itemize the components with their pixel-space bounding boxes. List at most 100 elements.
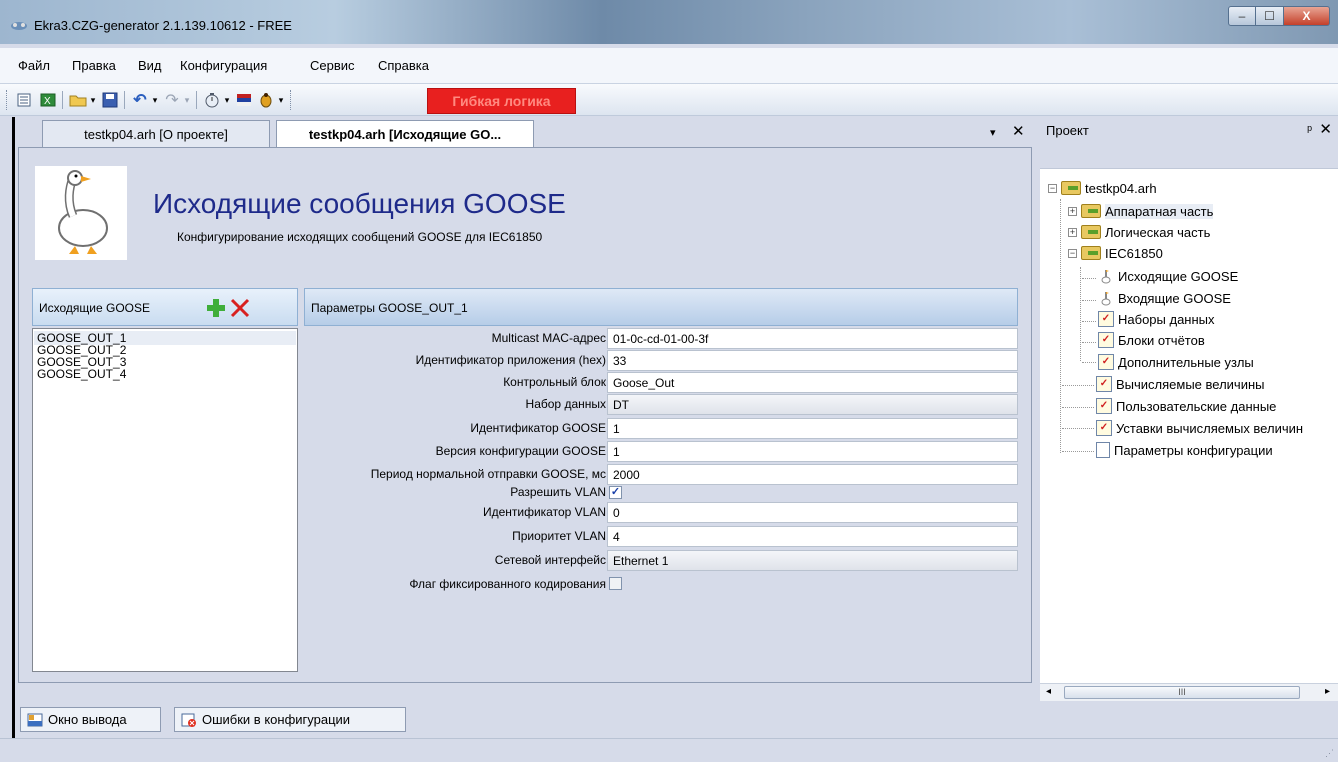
send-period-field[interactable]: 2000 <box>607 464 1018 485</box>
scroll-right-icon[interactable]: ▸ <box>1325 686 1330 697</box>
flexible-logic-button[interactable]: Гибкая логика <box>427 88 576 114</box>
checklist-icon: ✓ <box>1096 376 1112 392</box>
multicast-mac-field[interactable]: 01-0c-cd-01-00-3f <box>607 328 1018 349</box>
scroll-thumb[interactable]: III <box>1064 686 1300 699</box>
param-row: Период нормальной отправки GOOSE, мс 200… <box>304 464 1018 485</box>
tree-node-logic[interactable]: + Логическая часть <box>1068 223 1210 241</box>
timer-icon[interactable] <box>202 90 222 110</box>
tab-about-project[interactable]: testkp04.arh [О проекте] <box>42 120 270 147</box>
tree-node-extra-nodes[interactable]: ✓ Дополнительные узлы <box>1098 353 1254 371</box>
tree-node-report-blocks[interactable]: ✓ Блоки отчётов <box>1098 331 1205 349</box>
list-icon[interactable] <box>14 90 34 110</box>
chevron-down-icon[interactable]: ▾ <box>222 90 232 110</box>
vlan-id-field[interactable]: 0 <box>607 502 1018 523</box>
tree-node-label: Дополнительные узлы <box>1118 354 1254 370</box>
title-bar: Ekra3.CZG-generator 2.1.139.10612 - FREE… <box>0 0 1338 44</box>
fixed-encoding-checkbox[interactable] <box>609 577 622 590</box>
dataset-select[interactable]: DT <box>607 394 1018 415</box>
app-id-field[interactable]: 33 <box>607 350 1018 371</box>
redo-icon[interactable]: ↷ <box>162 90 182 110</box>
tree-line <box>1060 199 1061 453</box>
goose-id-field[interactable]: 1 <box>607 418 1018 439</box>
flag-icon[interactable] <box>234 90 254 110</box>
menu-configuration[interactable]: Конфигурация <box>180 58 267 73</box>
close-button[interactable]: X <box>1284 6 1330 26</box>
tree-node-label: Пользовательские данные <box>1116 398 1277 414</box>
delete-icon[interactable] <box>229 297 251 319</box>
tree-node-incoming-goose[interactable]: Входящие GOOSE <box>1098 289 1231 307</box>
bug-icon[interactable] <box>256 90 276 110</box>
scroll-left-icon[interactable]: ◂ <box>1046 686 1051 697</box>
save-icon[interactable] <box>100 90 120 110</box>
tree-node-label: Логическая часть <box>1105 224 1211 240</box>
list-item[interactable]: GOOSE_OUT_4 <box>37 368 126 380</box>
open-folder-icon[interactable] <box>68 90 88 110</box>
tree-node-config-params[interactable]: Параметры конфигурации <box>1096 441 1273 459</box>
collapse-icon[interactable]: − <box>1068 248 1077 258</box>
toolbar-grip[interactable] <box>6 90 9 110</box>
pin-icon[interactable]: ᵖ <box>1307 122 1312 137</box>
minimize-button[interactable]: ‒ <box>1228 6 1256 26</box>
chevron-down-icon[interactable]: ▾ <box>276 90 286 110</box>
chevron-down-icon[interactable]: ▾ <box>182 90 192 110</box>
add-icon[interactable] <box>205 297 227 319</box>
tree-node-datasets[interactable]: ✓ Наборы данных <box>1098 310 1215 328</box>
menu-file[interactable]: Файл <box>18 58 50 73</box>
collapse-icon[interactable]: − <box>1048 183 1057 193</box>
tree-node-calc-settings[interactable]: ✓ Уставки вычисляемых величин <box>1096 419 1303 437</box>
undo-icon[interactable]: ↶ <box>130 90 150 110</box>
control-block-field[interactable]: Goose_Out <box>607 372 1018 393</box>
expand-icon[interactable]: + <box>1068 227 1077 237</box>
folder-icon <box>1081 225 1101 239</box>
tab-config-errors[interactable]: Ошибки в конфигурации <box>174 707 406 732</box>
toolbar-separator <box>196 91 197 109</box>
expand-icon[interactable]: + <box>1068 206 1077 216</box>
tab-output-window[interactable]: Окно вывода <box>20 707 161 732</box>
enable-vlan-checkbox[interactable]: ✓ <box>609 486 622 499</box>
param-row: Контрольный блок Goose_Out <box>304 372 1018 393</box>
excel-icon[interactable]: X <box>38 90 58 110</box>
horizontal-scrollbar[interactable]: ◂ III ▸ <box>1040 683 1338 701</box>
tree-node-hardware[interactable]: + Аппаратная часть <box>1068 202 1214 220</box>
toolbar-grip[interactable] <box>290 90 293 110</box>
outgoing-goose-header: Исходящие GOOSE <box>32 288 298 326</box>
tree-node-iec61850[interactable]: − IEC61850 <box>1068 244 1163 262</box>
param-label: Идентификатор VLAN <box>482 505 606 519</box>
vlan-priority-field[interactable]: 4 <box>607 526 1018 547</box>
goose-icon <box>1098 290 1114 306</box>
param-label: Идентификатор GOOSE <box>470 421 606 435</box>
param-label: Набор данных <box>525 397 606 411</box>
menu-edit[interactable]: Правка <box>72 58 116 73</box>
tree-line <box>1082 342 1096 343</box>
param-label: Контрольный блок <box>503 375 606 389</box>
resize-grip-icon[interactable]: ⋰ <box>1325 748 1334 759</box>
menu-view[interactable]: Вид <box>138 58 162 73</box>
menu-service[interactable]: Сервис <box>310 58 355 73</box>
param-row: Набор данных DT <box>304 394 1018 415</box>
tree-node-label: Входящие GOOSE <box>1118 290 1231 306</box>
network-interface-select[interactable]: Ethernet 1 <box>607 550 1018 571</box>
document-tab-strip: testkp04.arh [О проекте] testkp04.arh [И… <box>18 117 1032 147</box>
page-header: Исходящие сообщения GOOSE Конфигурирован… <box>19 148 1031 270</box>
goose-config-version-field[interactable]: 1 <box>607 441 1018 462</box>
menu-help[interactable]: Справка <box>378 58 429 73</box>
checklist-icon: ✓ <box>1098 354 1114 370</box>
chevron-down-icon[interactable]: ▾ <box>150 90 160 110</box>
page-subtitle: Конфигурирование исходящих сообщений GOO… <box>177 230 543 244</box>
tree-line <box>1062 385 1094 386</box>
tree-line <box>1082 300 1096 301</box>
param-label: Multicast MAC-адрес <box>491 331 606 345</box>
param-label: Сетевой интерфейс <box>494 553 606 567</box>
document-area: Исходящие сообщения GOOSE Конфигурирован… <box>18 147 1032 683</box>
maximize-button[interactable]: ☐ <box>1256 6 1284 26</box>
tree-node-calc-values[interactable]: ✓ Вычисляемые величины <box>1096 375 1265 393</box>
tree-node-user-data[interactable]: ✓ Пользовательские данные <box>1096 397 1276 415</box>
chevron-down-icon[interactable]: ▾ <box>88 90 98 110</box>
tree-node-outgoing-goose[interactable]: Исходящие GOOSE <box>1098 267 1238 285</box>
tab-list-icon[interactable]: ▾ <box>990 126 996 139</box>
tab-outgoing-goose[interactable]: testkp04.arh [Исходящие GO... <box>276 120 534 147</box>
tab-close-icon[interactable]: ✕ <box>1012 122 1025 140</box>
tree-node-root[interactable]: − testkp04.arh <box>1048 179 1157 197</box>
tree-line <box>1082 321 1096 322</box>
close-icon[interactable]: ✕ <box>1319 120 1332 138</box>
